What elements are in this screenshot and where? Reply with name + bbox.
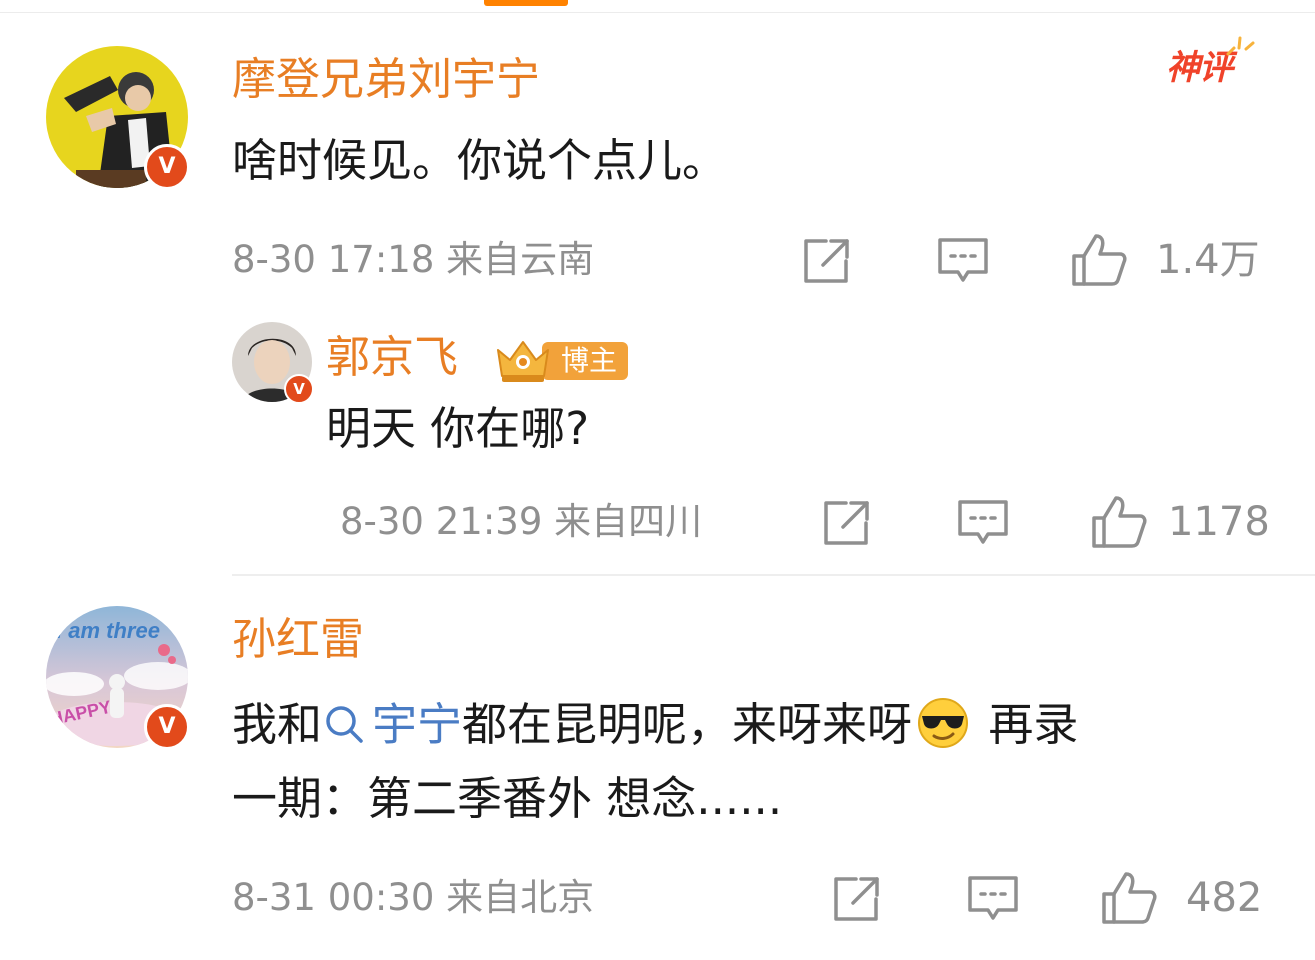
- top-divider: [0, 12, 1315, 13]
- share-icon[interactable]: [830, 874, 882, 924]
- comment-username[interactable]: 孙红雷: [232, 614, 364, 666]
- comment-divider: [232, 574, 1315, 576]
- comment-text-middle: 都在昆明呢，来呀来呀: [462, 698, 913, 751]
- sparkle-icon: [1222, 34, 1256, 58]
- hot-comment-badge: 神评: [1160, 34, 1260, 104]
- sunglasses-emoji-icon: [916, 696, 970, 750]
- comment-list-page: V 摩登兄弟刘宇宁 神评 啥时候见。你说个点儿。 8-30 17:18 来自云南: [0, 0, 1315, 960]
- search-icon: [322, 694, 366, 743]
- avatar[interactable]: I am three HAPPY V: [46, 606, 190, 750]
- comment-icon[interactable]: [966, 874, 1020, 924]
- reply-meta: 8-30 21:39 来自四川: [340, 500, 703, 543]
- like-count: 482: [1186, 875, 1263, 921]
- reply-text: 明天 你在哪?: [326, 402, 590, 455]
- verified-badge: V: [284, 374, 314, 404]
- avatar[interactable]: V: [232, 322, 314, 404]
- comment-meta: 8-30 17:18 来自云南: [232, 238, 595, 281]
- crown-icon: [492, 336, 554, 384]
- avatar-caption: I am three: [56, 618, 160, 643]
- blogger-badge: 博主: [492, 336, 628, 384]
- comment-icon[interactable]: [956, 498, 1010, 548]
- mention-name: 宇宁: [372, 698, 463, 751]
- thumbs-up-icon[interactable]: [1100, 870, 1158, 926]
- comment-text: 我和 宇宁都在昆明呢，来呀来呀 再录一期：第二季番外 想念......: [232, 688, 1282, 836]
- active-tab-indicator: [484, 0, 568, 6]
- share-icon[interactable]: [800, 236, 852, 286]
- comment-username[interactable]: 摩登兄弟刘宇宁: [232, 54, 540, 106]
- avatar[interactable]: V: [46, 46, 190, 190]
- share-icon[interactable]: [820, 498, 872, 548]
- comment-text-line2: 一期：第二季番外 想念......: [232, 772, 783, 825]
- comment-icon[interactable]: [936, 236, 990, 286]
- mention-link[interactable]: 宇宁: [322, 698, 462, 751]
- thumbs-up-icon[interactable]: [1070, 232, 1128, 288]
- comment-text-suffix: 再录: [974, 698, 1079, 751]
- blogger-badge-label: 博主: [542, 342, 628, 380]
- like-count: 1.4万: [1156, 237, 1260, 283]
- verified-badge: V: [144, 704, 190, 750]
- comment-text: 啥时候见。你说个点儿。: [232, 134, 728, 187]
- reply-username[interactable]: 郭京飞: [326, 332, 458, 384]
- thumbs-up-icon[interactable]: [1090, 494, 1148, 550]
- comment-text-prefix: 我和: [232, 698, 323, 751]
- like-count: 1178: [1168, 499, 1270, 545]
- verified-badge: V: [144, 144, 190, 190]
- comment-meta: 8-31 00:30 来自北京: [232, 876, 595, 919]
